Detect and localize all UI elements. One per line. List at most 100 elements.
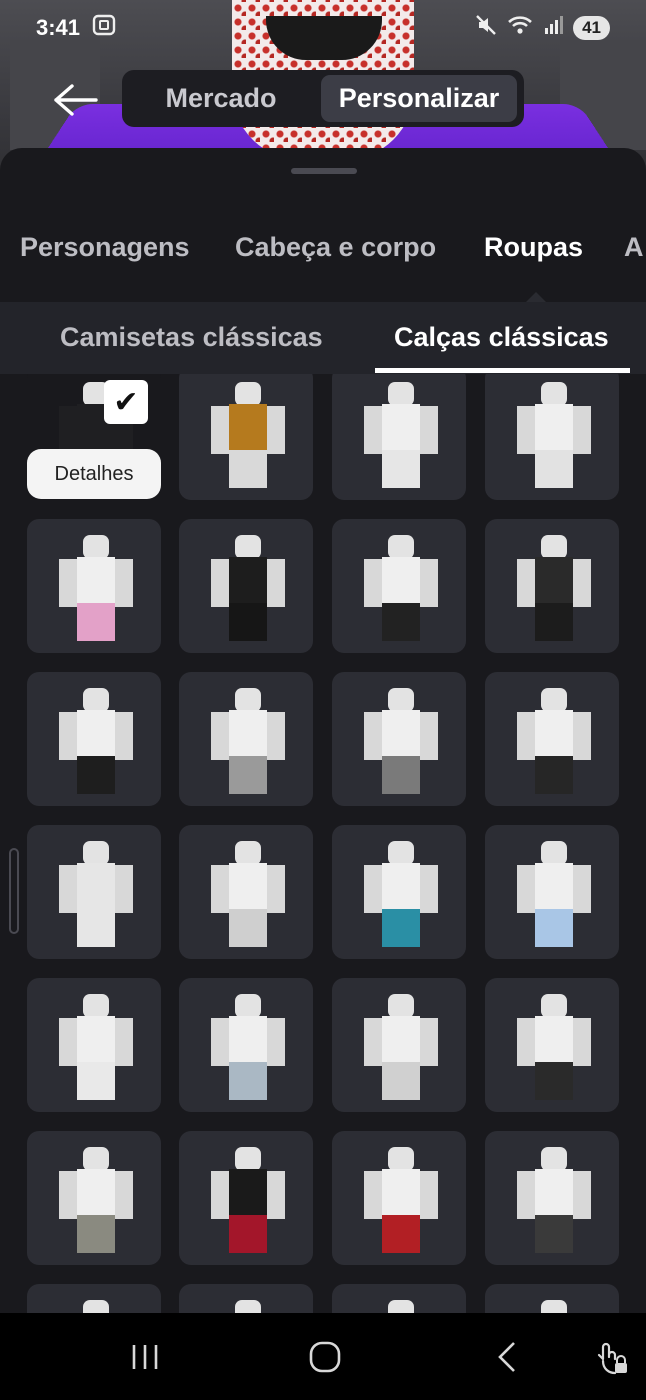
scrollbar[interactable] bbox=[9, 848, 19, 934]
avatar-part bbox=[83, 841, 109, 865]
avatar-thumbnail bbox=[364, 994, 438, 1100]
item-tile[interactable] bbox=[485, 519, 619, 653]
tab-mercado[interactable]: Mercado bbox=[127, 75, 315, 122]
avatar-part bbox=[382, 710, 420, 756]
avatar-part bbox=[265, 865, 285, 913]
avatar-part bbox=[541, 688, 567, 712]
item-tile[interactable] bbox=[332, 825, 466, 959]
avatar-part bbox=[77, 1062, 115, 1100]
details-button[interactable]: Detalhes bbox=[27, 449, 161, 499]
item-tile[interactable] bbox=[27, 672, 161, 806]
avatar-part bbox=[265, 559, 285, 607]
avatar-part bbox=[535, 756, 573, 794]
item-tile[interactable] bbox=[332, 978, 466, 1112]
tab-personalizar[interactable]: Personalizar bbox=[321, 75, 517, 122]
home-button[interactable] bbox=[308, 1335, 342, 1379]
avatar-part bbox=[364, 865, 384, 913]
back-button[interactable] bbox=[52, 80, 100, 120]
avatar-thumbnail bbox=[211, 841, 285, 947]
avatar-part bbox=[229, 1062, 267, 1100]
item-tile[interactable] bbox=[179, 374, 313, 500]
avatar-thumbnail bbox=[59, 1300, 133, 1313]
item-tile[interactable] bbox=[179, 672, 313, 806]
touch-lock-icon bbox=[597, 1342, 627, 1375]
avatar-part bbox=[571, 559, 591, 607]
avatar-part bbox=[235, 688, 261, 712]
item-grid bbox=[0, 374, 646, 1313]
avatar-part bbox=[541, 841, 567, 865]
avatar-part bbox=[364, 1171, 384, 1219]
avatar-part bbox=[541, 535, 567, 559]
item-tile[interactable] bbox=[485, 1131, 619, 1265]
avatar-part bbox=[83, 1300, 109, 1313]
tab-camisetas-classicas[interactable]: Camisetas clássicas bbox=[60, 322, 323, 353]
avatar-part bbox=[388, 382, 414, 406]
tab-cabeca-e-corpo[interactable]: Cabeça e corpo bbox=[235, 232, 436, 263]
avatar-part bbox=[364, 406, 384, 454]
item-tile[interactable] bbox=[332, 1131, 466, 1265]
avatar-part bbox=[59, 1171, 79, 1219]
avatar-thumbnail bbox=[59, 535, 133, 641]
avatar-part bbox=[113, 865, 133, 913]
sheet-drag-handle[interactable] bbox=[291, 168, 357, 174]
item-tile[interactable] bbox=[27, 1131, 161, 1265]
item-tile[interactable] bbox=[27, 978, 161, 1112]
avatar-part bbox=[77, 756, 115, 794]
avatar-part bbox=[535, 1215, 573, 1253]
avatar-part bbox=[418, 559, 438, 607]
touch-lock-button[interactable] bbox=[594, 1335, 630, 1379]
item-tile[interactable] bbox=[179, 978, 313, 1112]
item-tile[interactable] bbox=[485, 1284, 619, 1313]
selected-check-icon[interactable]: ✔ bbox=[104, 380, 148, 424]
avatar-part bbox=[229, 710, 267, 756]
mute-icon bbox=[475, 14, 497, 42]
item-tile[interactable] bbox=[179, 1131, 313, 1265]
avatar-part bbox=[235, 1147, 261, 1171]
item-tile[interactable] bbox=[27, 519, 161, 653]
item-tile[interactable] bbox=[485, 374, 619, 500]
avatar-part bbox=[571, 712, 591, 760]
item-tile[interactable] bbox=[332, 672, 466, 806]
avatar-part bbox=[541, 1300, 567, 1313]
avatar-part bbox=[382, 557, 420, 603]
avatar-thumbnail bbox=[517, 1300, 591, 1313]
battery-indicator: 41 bbox=[573, 16, 610, 40]
tab-personagens[interactable]: Personagens bbox=[20, 232, 190, 263]
avatar-part bbox=[59, 712, 79, 760]
item-tile[interactable] bbox=[332, 519, 466, 653]
avatar-part bbox=[77, 909, 115, 947]
back-nav-button[interactable] bbox=[494, 1335, 520, 1379]
avatar-part bbox=[265, 1171, 285, 1219]
tab-roupas[interactable]: Roupas bbox=[484, 232, 583, 263]
avatar-part bbox=[77, 710, 115, 756]
item-tile[interactable] bbox=[179, 519, 313, 653]
avatar-part bbox=[541, 994, 567, 1018]
item-tile[interactable] bbox=[27, 825, 161, 959]
tab-calcas-classicas[interactable]: Calças clássicas bbox=[394, 322, 609, 353]
item-tile[interactable] bbox=[485, 825, 619, 959]
avatar-part bbox=[59, 865, 79, 913]
avatar-part bbox=[388, 688, 414, 712]
recent-apps-button[interactable] bbox=[128, 1335, 162, 1379]
avatar-part bbox=[77, 557, 115, 603]
avatar-thumbnail bbox=[211, 382, 285, 488]
avatar-part bbox=[265, 1018, 285, 1066]
item-tile[interactable] bbox=[332, 374, 466, 500]
item-tile[interactable] bbox=[179, 825, 313, 959]
item-tile[interactable] bbox=[485, 672, 619, 806]
item-tile[interactable] bbox=[485, 978, 619, 1112]
avatar-part bbox=[211, 1018, 231, 1066]
item-tile[interactable] bbox=[179, 1284, 313, 1313]
avatar-part bbox=[77, 603, 115, 641]
avatar-part bbox=[211, 559, 231, 607]
avatar-part bbox=[388, 1147, 414, 1171]
avatar-part bbox=[418, 1018, 438, 1066]
avatar-part bbox=[571, 1171, 591, 1219]
status-bar: 3:41 41 bbox=[0, 0, 646, 56]
item-tile[interactable] bbox=[332, 1284, 466, 1313]
tab-next-category[interactable]: A bbox=[624, 232, 644, 263]
item-tile[interactable] bbox=[27, 1284, 161, 1313]
avatar-part bbox=[418, 865, 438, 913]
active-tab-underline bbox=[375, 368, 630, 373]
recent-apps-icon bbox=[132, 1345, 158, 1369]
